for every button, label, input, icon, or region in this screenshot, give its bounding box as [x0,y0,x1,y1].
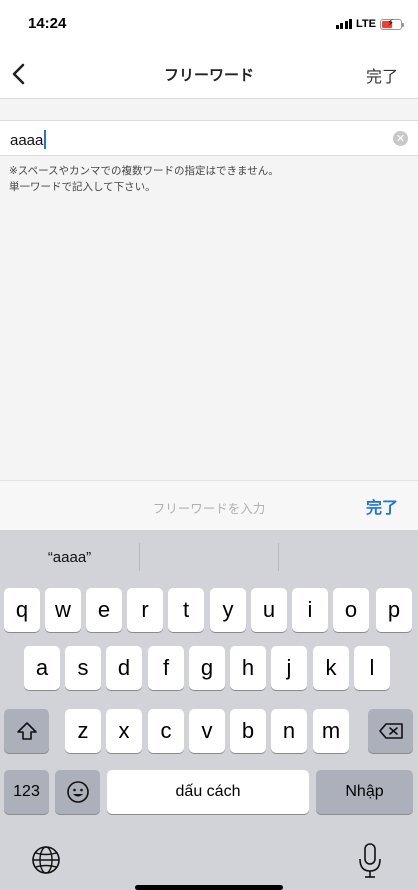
suggestion-1[interactable]: “aaaa” [0,549,139,566]
accessory-placeholder: フリーワードを入力 [152,501,266,516]
note-line-1: ※スペースやカンマでの複数ワードの指定はできません。 [9,165,279,177]
shift-key[interactable] [4,709,49,753]
suggestion-divider [139,543,140,571]
globe-button[interactable] [28,842,64,878]
key-d[interactable]: d [106,646,142,690]
keyboard: “aaaa” q w e r t y u i o p a s d f g h j… [0,530,418,890]
key-u[interactable]: u [251,588,287,632]
keyboard-accessory-bar: フリーワードを入力 完了 [0,480,418,530]
free-word-input[interactable]: aaaa ✕ [0,120,418,156]
accessory-done-button[interactable]: 完了 [366,494,398,518]
key-t[interactable]: t [168,588,204,632]
key-i[interactable]: i [292,588,328,632]
key-q[interactable]: q [4,588,40,632]
done-button[interactable]: 完了 [366,63,398,87]
shift-icon [16,722,37,740]
input-note: ※スペースやカンマでの複数ワードの指定はできません。 単一ワードで記入して下さい… [9,163,409,195]
status-indicators: LTE ⚡ [335,17,404,31]
suggestion-bar: “aaaa” [0,530,418,585]
numbers-key[interactable]: 123 [4,770,49,814]
key-z[interactable]: z [65,709,101,753]
backspace-icon [378,723,403,739]
key-s[interactable]: s [65,646,101,690]
key-a[interactable]: a [24,646,60,690]
key-j[interactable]: j [271,646,307,690]
key-r[interactable]: r [127,588,163,632]
dictation-button[interactable] [354,840,386,880]
clear-input-button[interactable]: ✕ [393,131,408,146]
status-time: 14:24 [28,15,67,32]
key-k[interactable]: k [313,646,349,690]
network-label: LTE [356,18,376,30]
globe-icon [32,846,60,874]
note-line-2: 単一ワードで記入して下さい。 [9,181,156,193]
input-value: aaaa [10,130,47,149]
page-title: フリーワード [163,66,254,84]
microphone-icon [359,843,381,878]
enter-key[interactable]: Nhập [316,770,413,814]
backspace-key[interactable] [368,709,413,753]
text-caret [44,130,47,149]
key-g[interactable]: g [189,646,225,690]
key-h[interactable]: h [230,646,266,690]
status-bar: 14:24 LTE ⚡ [0,0,418,50]
key-c[interactable]: c [148,709,184,753]
battery-icon: ⚡ [380,18,404,30]
key-x[interactable]: x [106,709,142,753]
key-f[interactable]: f [148,646,184,690]
suggestion-divider [278,543,279,571]
key-n[interactable]: n [271,709,307,753]
key-e[interactable]: e [86,588,122,632]
emoji-icon [66,781,89,803]
key-p[interactable]: p [376,588,412,632]
key-v[interactable]: v [189,709,225,753]
nav-bar: フリーワード 完了 [0,50,418,99]
key-w[interactable]: w [45,588,81,632]
space-key[interactable]: dấu cách [107,770,309,814]
key-o[interactable]: o [333,588,369,632]
key-b[interactable]: b [230,709,266,753]
emoji-key[interactable] [55,770,100,814]
key-y[interactable]: y [210,588,246,632]
key-l[interactable]: l [354,646,390,690]
home-indicator [135,885,283,890]
key-m[interactable]: m [313,709,349,753]
signal-icon [335,19,353,29]
close-icon: ✕ [395,132,406,145]
